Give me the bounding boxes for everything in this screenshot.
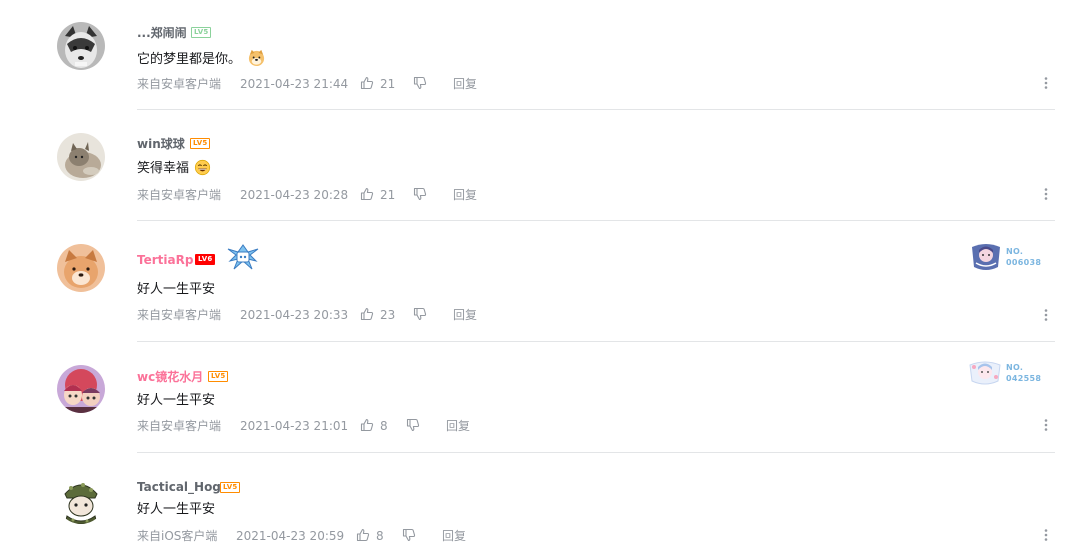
reply-time: 2021-04-23 20:28 [240,188,349,202]
thumbs-down-icon[interactable] [402,528,416,542]
reply-button[interactable]: 回复 [453,187,477,203]
laughing-emoji-icon [195,159,211,176]
username[interactable]: Tactical_Hog [137,480,221,494]
reply-text: 好人一生平安 [137,393,216,408]
fan-badge-icon[interactable]: NO. 006038 [970,243,1050,271]
level-badge: LV5 [208,371,229,382]
username[interactable]: TertiaRp [137,253,193,267]
reply-button[interactable]: 回复 [453,76,477,92]
reply-content: 好人一生平安 [137,501,215,519]
reply-button[interactable]: 回复 [446,418,470,434]
thumbs-down-icon[interactable] [413,76,427,90]
ribbon-pendant-icon [227,244,259,270]
reply-time: 2021-04-23 20:33 [240,308,349,322]
reply-content: 笑得幸福 [137,159,211,178]
reply-info: 来自安卓客户端 2021-04-23 21:01 8 回复 [137,418,1037,434]
reply-text: 好人一生平安 [137,282,216,297]
reply-info: 来自iOS客户端 2021-04-23 20:59 8 回复 [137,528,1037,544]
reply-time: 2021-04-23 21:01 [240,419,349,433]
divider [137,452,1055,453]
reply-time: 2021-04-23 20:59 [236,529,345,543]
like-count: 21 [380,77,396,91]
username[interactable]: win球球 [137,137,185,151]
reply-list: ...郑闹闹 LV5 它的梦里都是你。 来自安卓客户端 2021-04-23 2… [0,0,1080,554]
like-count: 8 [380,419,388,433]
level-badge: LV5 [191,27,212,38]
divider [137,341,1055,342]
level-badge: LV6 [195,254,216,265]
platform-label: 来自安卓客户端 [137,419,222,433]
reply-button[interactable]: 回复 [453,307,477,323]
thumbs-up-icon[interactable] [360,418,374,432]
more-vertical-icon[interactable] [1042,308,1050,322]
avatar[interactable] [57,476,105,524]
fan-badge-icon[interactable]: NO. 042558 [968,359,1050,387]
avatar[interactable] [57,244,105,292]
nameplate-label: NO. [1006,363,1024,372]
more-vertical-icon[interactable] [1042,76,1050,90]
thumbs-down-icon[interactable] [413,187,427,201]
reply-content: 好人一生平安 [137,281,215,299]
nameplate-number: 042558 [1006,374,1042,383]
thumbs-up-icon[interactable] [360,76,374,90]
reply-text: 笑得幸福 [137,161,190,176]
avatar[interactable] [57,365,105,413]
like-count: 8 [376,529,384,543]
reply-content: 它的梦里都是你。 [137,48,266,69]
reply-content: 好人一生平安 [137,392,215,410]
thumbs-down-icon[interactable] [413,307,427,321]
doge-emoji-icon [249,49,265,67]
username[interactable]: wc镜花水月 [137,370,203,384]
username[interactable]: ...郑闹闹 [137,26,187,40]
divider [137,109,1055,110]
reply-time: 2021-04-23 21:44 [240,77,349,91]
platform-label: 来自安卓客户端 [137,188,222,202]
reply-text: 它的梦里都是你。 [137,52,242,67]
thumbs-up-icon[interactable] [360,307,374,321]
level-badge: LV5 [220,482,241,493]
nameplate-number: 006038 [1006,258,1042,267]
nameplate-label: NO. [1006,247,1024,256]
reply-info: 来自安卓客户端 2021-04-23 20:33 23 回复 [137,307,1037,323]
like-count: 23 [380,308,396,322]
platform-label: 来自iOS客户端 [137,529,218,543]
more-vertical-icon[interactable] [1042,418,1050,432]
like-count: 21 [380,188,396,202]
thumbs-down-icon[interactable] [406,418,420,432]
reply-button[interactable]: 回复 [442,528,466,544]
avatar[interactable] [57,133,105,181]
platform-label: 来自安卓客户端 [137,308,222,322]
thumbs-up-icon[interactable] [356,528,370,542]
more-vertical-icon[interactable] [1042,528,1050,542]
reply-text: 好人一生平安 [137,502,216,517]
more-vertical-icon[interactable] [1042,187,1050,201]
reply-info: 来自安卓客户端 2021-04-23 21:44 21 回复 [137,76,1037,92]
reply-info: 来自安卓客户端 2021-04-23 20:28 21 回复 [137,187,1037,203]
platform-label: 来自安卓客户端 [137,77,222,91]
thumbs-up-icon[interactable] [360,187,374,201]
avatar[interactable] [57,22,105,70]
level-badge: LV5 [190,138,211,149]
divider [137,220,1055,221]
